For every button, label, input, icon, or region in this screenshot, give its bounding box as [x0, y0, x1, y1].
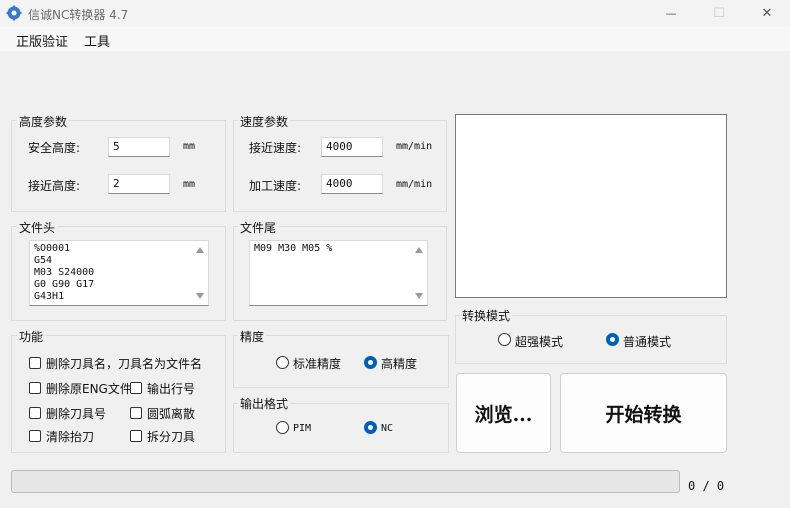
precision-high-radio[interactable] — [364, 356, 377, 369]
format-pim-label: PIM — [293, 423, 312, 434]
file-footer-scrollbar[interactable] — [411, 241, 427, 305]
maximize-button[interactable]: ☐ — [696, 0, 742, 27]
speed-params-title: 速度参数 — [238, 113, 291, 130]
scroll-down-icon[interactable] — [196, 293, 204, 299]
approach-height-input[interactable]: 2 — [108, 174, 170, 194]
approach-speed-unit: mm/min — [396, 141, 433, 152]
delete-tool-number-label: 删除刀具号 — [46, 407, 107, 421]
file-header-title: 文件头 — [17, 219, 58, 236]
approach-speed-label: 接近速度: — [249, 141, 302, 155]
delete-eng-file-checkbox[interactable] — [29, 382, 41, 394]
delete-eng-file-label: 删除原ENG文件 — [46, 382, 132, 396]
height-params-title: 高度参数 — [17, 113, 70, 130]
delete-tool-name-label: 删除刀具名，刀具名为文件名 — [46, 357, 203, 371]
approach-height-unit: mm — [183, 179, 196, 190]
split-tool-checkbox[interactable] — [130, 430, 142, 442]
feed-speed-input[interactable]: 4000 — [321, 174, 383, 194]
title-bar[interactable]: 信诚NC转换器 4.7 — ☐ ✕ — [0, 0, 790, 27]
scroll-up-icon[interactable] — [196, 247, 204, 253]
file-header-textarea[interactable]: %O0001 G54 M03 S24000 G0 G90 G17 G43H1 — [29, 240, 209, 306]
browse-button[interactable]: 浏览... — [456, 373, 551, 453]
precision-high-label: 高精度 — [381, 357, 418, 371]
precision-standard-label: 标准精度 — [293, 357, 342, 371]
file-footer-title: 文件尾 — [238, 219, 279, 236]
window-title: 信诚NC转换器 4.7 — [28, 8, 129, 22]
mode-normal-radio[interactable] — [606, 333, 619, 346]
approach-height-label: 接近高度: — [28, 179, 81, 193]
maximize-icon: ☐ — [713, 6, 725, 21]
menu-item-tools[interactable]: 工具 — [84, 31, 110, 50]
file-footer-text: M09 M30 M05 % — [254, 243, 333, 254]
file-footer-textarea[interactable]: M09 M30 M05 % — [249, 240, 428, 306]
format-pim-radio[interactable] — [276, 421, 289, 434]
menu-bar: 正版验证 工具 — [0, 27, 790, 51]
menu-item-license[interactable]: 正版验证 — [16, 31, 68, 50]
minimize-icon: — — [665, 7, 677, 20]
scroll-down-icon[interactable] — [415, 293, 423, 299]
precision-title: 精度 — [238, 328, 267, 345]
format-nc-label: NC — [381, 423, 394, 434]
output-line-number-checkbox[interactable] — [130, 382, 142, 394]
minimize-button[interactable]: — — [648, 0, 694, 27]
approach-speed-input[interactable]: 4000 — [321, 137, 383, 157]
format-nc-radio[interactable] — [364, 421, 377, 434]
speed-params-group — [233, 120, 447, 212]
close-button[interactable]: ✕ — [744, 0, 790, 27]
delete-tool-name-checkbox[interactable] — [29, 357, 41, 369]
clear-lift-checkbox[interactable] — [29, 430, 41, 442]
safe-height-input[interactable]: 5 — [108, 137, 170, 157]
feed-speed-unit: mm/min — [396, 179, 433, 190]
feed-speed-label: 加工速度: — [249, 179, 302, 193]
file-header-text: %O0001 G54 M03 S24000 G0 G90 G17 G43H1 — [34, 243, 95, 302]
safe-height-unit: mm — [183, 141, 196, 152]
safe-height-label: 安全高度: — [28, 141, 81, 155]
precision-standard-radio[interactable] — [276, 356, 289, 369]
output-format-title: 输出格式 — [238, 395, 291, 412]
progress-counter: 0 / 0 — [688, 479, 725, 493]
file-header-scrollbar[interactable] — [192, 241, 208, 305]
clear-lift-label: 清除抬刀 — [46, 430, 95, 444]
mode-normal-label: 普通模式 — [623, 335, 672, 349]
height-params-group — [11, 120, 226, 212]
mode-super-label: 超强模式 — [515, 335, 564, 349]
functions-title: 功能 — [17, 328, 46, 345]
scroll-up-icon[interactable] — [415, 247, 423, 253]
gear-icon — [6, 5, 22, 21]
arc-discrete-checkbox[interactable] — [130, 407, 142, 419]
split-tool-label: 拆分刀具 — [147, 430, 196, 444]
convert-mode-title: 转换模式 — [460, 307, 513, 324]
arc-discrete-label: 圆弧离散 — [147, 407, 196, 421]
delete-tool-number-checkbox[interactable] — [29, 407, 41, 419]
progress-bar — [11, 470, 680, 493]
start-convert-button[interactable]: 开始转换 — [560, 373, 727, 453]
mode-super-radio[interactable] — [498, 333, 511, 346]
preview-panel — [455, 114, 727, 298]
close-icon: ✕ — [761, 6, 773, 21]
output-line-number-label: 输出行号 — [147, 382, 196, 396]
